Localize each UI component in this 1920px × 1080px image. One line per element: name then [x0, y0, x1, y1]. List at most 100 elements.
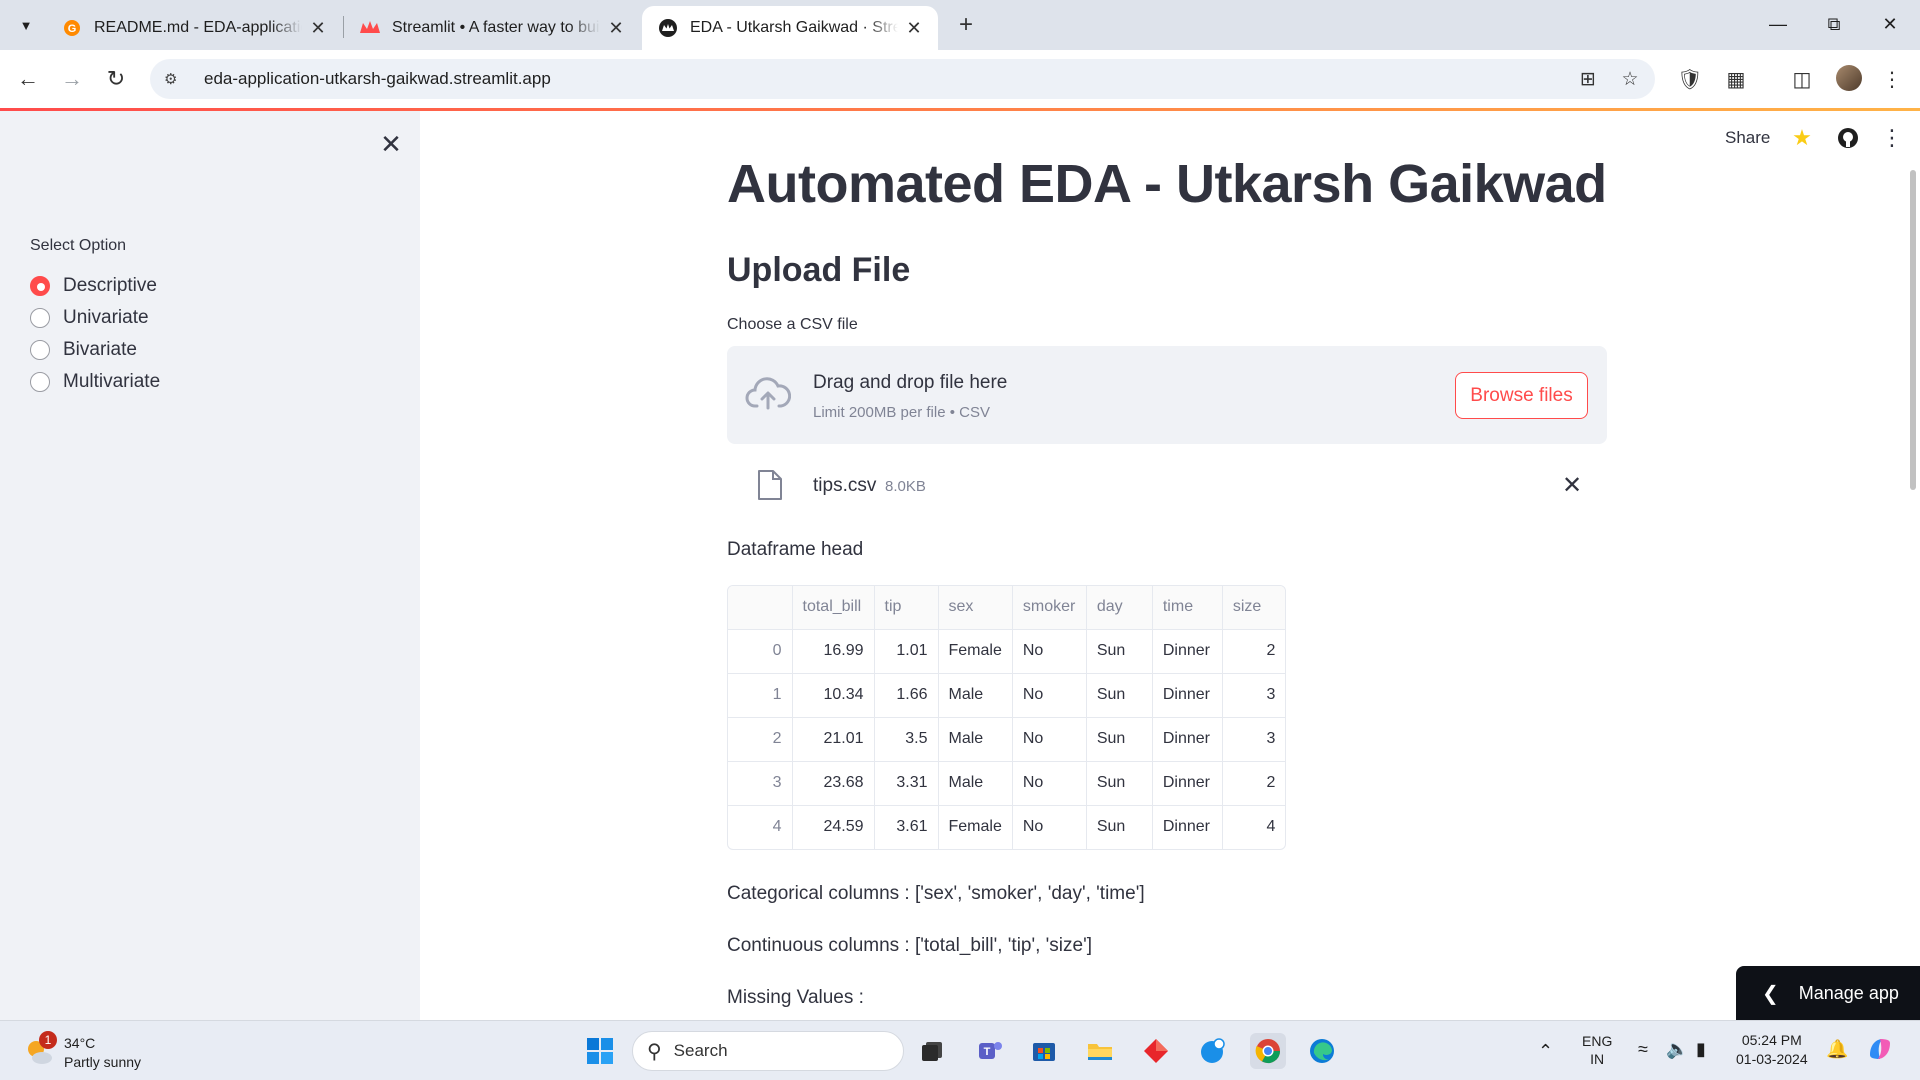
dataframe[interactable]: total_bill tip sex smoker day time size … — [727, 585, 1287, 850]
profile-avatar[interactable] — [1836, 65, 1862, 91]
radio-option-multivariate[interactable]: Multivariate — [30, 366, 160, 398]
table-cell[interactable]: Sun — [1086, 629, 1153, 674]
chrome-icon[interactable] — [1250, 1033, 1286, 1069]
column-header[interactable]: size — [1222, 586, 1286, 630]
table-cell[interactable]: Dinner — [1152, 761, 1223, 806]
table-cell[interactable]: No — [1012, 717, 1087, 762]
table-cell[interactable]: Dinner — [1152, 717, 1223, 762]
tab-streamlit[interactable]: Streamlit • A faster way to build ✕ — [344, 6, 640, 50]
table-cell[interactable]: 21.01 — [792, 717, 875, 762]
table-cell[interactable]: Sun — [1086, 673, 1153, 718]
radio-option-univariate[interactable]: Univariate — [30, 302, 160, 334]
minimize-button[interactable]: — — [1750, 0, 1806, 48]
table-cell[interactable]: Female — [938, 805, 1013, 849]
address-bar[interactable]: ⚙ eda-application-utkarsh-gaikwad.stream… — [150, 59, 1655, 99]
table-cell[interactable]: 24.59 — [792, 805, 875, 849]
table-cell[interactable]: 1.01 — [874, 629, 939, 674]
tab-search-button[interactable]: ▼ — [10, 9, 42, 41]
column-header[interactable]: smoker — [1012, 586, 1087, 630]
browse-files-button[interactable]: Browse files — [1455, 372, 1588, 419]
file-dropzone[interactable]: Drag and drop file here Limit 200MB per … — [727, 346, 1607, 444]
volume-icon[interactable]: 🔈 — [1666, 1039, 1688, 1060]
table-cell[interactable]: 2 — [1222, 629, 1286, 674]
chat-app-icon[interactable] — [1194, 1033, 1230, 1069]
table-cell[interactable]: 3.31 — [874, 761, 939, 806]
close-icon[interactable]: ✕ — [606, 18, 626, 39]
back-button[interactable]: ← — [12, 63, 44, 95]
restore-button[interactable]: ⧉ — [1806, 0, 1862, 48]
table-cell[interactable]: Sun — [1086, 761, 1153, 806]
sidebar-collapse-button[interactable]: ✕ — [375, 128, 407, 160]
reload-button[interactable]: ↻ — [100, 63, 132, 95]
table-cell[interactable]: Dinner — [1152, 629, 1223, 674]
table-cell[interactable]: Sun — [1086, 805, 1153, 849]
teams-icon[interactable]: T — [972, 1033, 1008, 1069]
table-cell[interactable]: Dinner — [1152, 673, 1223, 718]
column-header[interactable]: total_bill — [792, 586, 875, 630]
language-indicator[interactable]: ENG IN — [1582, 1032, 1612, 1068]
table-cell[interactable]: 23.68 — [792, 761, 875, 806]
table-cell[interactable]: No — [1012, 673, 1087, 718]
url-text[interactable]: eda-application-utkarsh-gaikwad.streamli… — [204, 69, 551, 89]
windows-start-icon[interactable] — [582, 1033, 618, 1069]
column-header[interactable]: day — [1086, 586, 1153, 630]
taskbar-search[interactable]: ⚲ Search — [632, 1031, 904, 1071]
table-cell[interactable]: No — [1012, 629, 1087, 674]
table-cell[interactable]: Male — [938, 761, 1013, 806]
table-cell[interactable]: 3 — [1222, 717, 1286, 762]
table-cell[interactable]: 16.99 — [792, 629, 875, 674]
site-settings-icon[interactable]: ⚙ — [164, 70, 186, 88]
table-cell[interactable]: Dinner — [1152, 805, 1223, 849]
table-cell[interactable]: No — [1012, 761, 1087, 806]
tab-readme[interactable]: G README.md - EDA-application ✕ — [46, 6, 342, 50]
remove-file-button[interactable]: ✕ — [1562, 471, 1582, 500]
weather-widget[interactable]: 1 34°C Partly sunny — [24, 1031, 184, 1073]
radio-selected-icon[interactable] — [30, 276, 50, 296]
radio-option-descriptive[interactable]: Descriptive — [30, 270, 160, 302]
table-cell[interactable]: Sun — [1086, 717, 1153, 762]
file-explorer-icon[interactable] — [1082, 1033, 1118, 1069]
radio-unselected-icon[interactable] — [30, 340, 50, 360]
table-cell[interactable]: 1.66 — [874, 673, 939, 718]
app-menu-icon[interactable]: ⋮ — [1878, 124, 1906, 152]
page-scrollbar[interactable] — [1910, 170, 1916, 490]
table-cell[interactable]: Male — [938, 673, 1013, 718]
task-view-icon[interactable] — [914, 1033, 950, 1069]
table-cell[interactable]: 3.5 — [874, 717, 939, 762]
github-icon[interactable] — [1834, 124, 1862, 152]
manage-app-button[interactable]: ❮ Manage app — [1736, 966, 1920, 1020]
radio-option-bivariate[interactable]: Bivariate — [30, 334, 160, 366]
copilot-icon[interactable] — [1866, 1035, 1894, 1066]
column-header[interactable]: tip — [874, 586, 939, 630]
table-cell[interactable]: 10.34 — [792, 673, 875, 718]
column-header[interactable] — [728, 586, 793, 630]
install-app-icon[interactable]: ⊞ — [1573, 59, 1603, 99]
app-red-diamond-icon[interactable] — [1138, 1033, 1174, 1069]
window-close-button[interactable]: ✕ — [1862, 0, 1918, 48]
table-cell[interactable]: 3 — [1222, 673, 1286, 718]
table-cell[interactable]: Male — [938, 717, 1013, 762]
radio-unselected-icon[interactable] — [30, 308, 50, 328]
extensions-puzzle-icon[interactable]: ▦ — [1720, 63, 1752, 95]
table-cell[interactable]: Female — [938, 629, 1013, 674]
share-button[interactable]: Share — [1725, 128, 1770, 148]
radio-unselected-icon[interactable] — [30, 372, 50, 392]
show-hidden-icons[interactable]: ⌃ — [1538, 1041, 1553, 1062]
notifications-bell-icon[interactable]: 🔔 — [1826, 1039, 1848, 1060]
clock[interactable]: 05:24 PM 01-03-2024 — [1736, 1031, 1808, 1069]
table-cell[interactable]: 4 — [1222, 805, 1285, 849]
column-header[interactable]: time — [1152, 586, 1223, 630]
bookmark-star-icon[interactable]: ☆ — [1615, 59, 1645, 99]
close-icon[interactable]: ✕ — [308, 18, 328, 39]
new-tab-button[interactable]: + — [950, 9, 982, 41]
browser-menu-icon[interactable]: ⋮ — [1876, 63, 1908, 95]
table-cell[interactable]: 2 — [1222, 761, 1286, 806]
close-icon[interactable]: ✕ — [904, 18, 924, 39]
column-header[interactable]: sex — [938, 586, 1013, 630]
table-cell[interactable]: 3.61 — [874, 805, 939, 849]
side-panel-icon[interactable]: ◫ — [1786, 63, 1818, 95]
tab-eda-app[interactable]: EDA - Utkarsh Gaikwad · Streamlit ✕ — [642, 6, 938, 50]
table-cell[interactable]: No — [1012, 805, 1087, 849]
forward-button[interactable]: → — [56, 63, 88, 95]
wifi-icon[interactable]: ≈ — [1638, 1039, 1648, 1060]
